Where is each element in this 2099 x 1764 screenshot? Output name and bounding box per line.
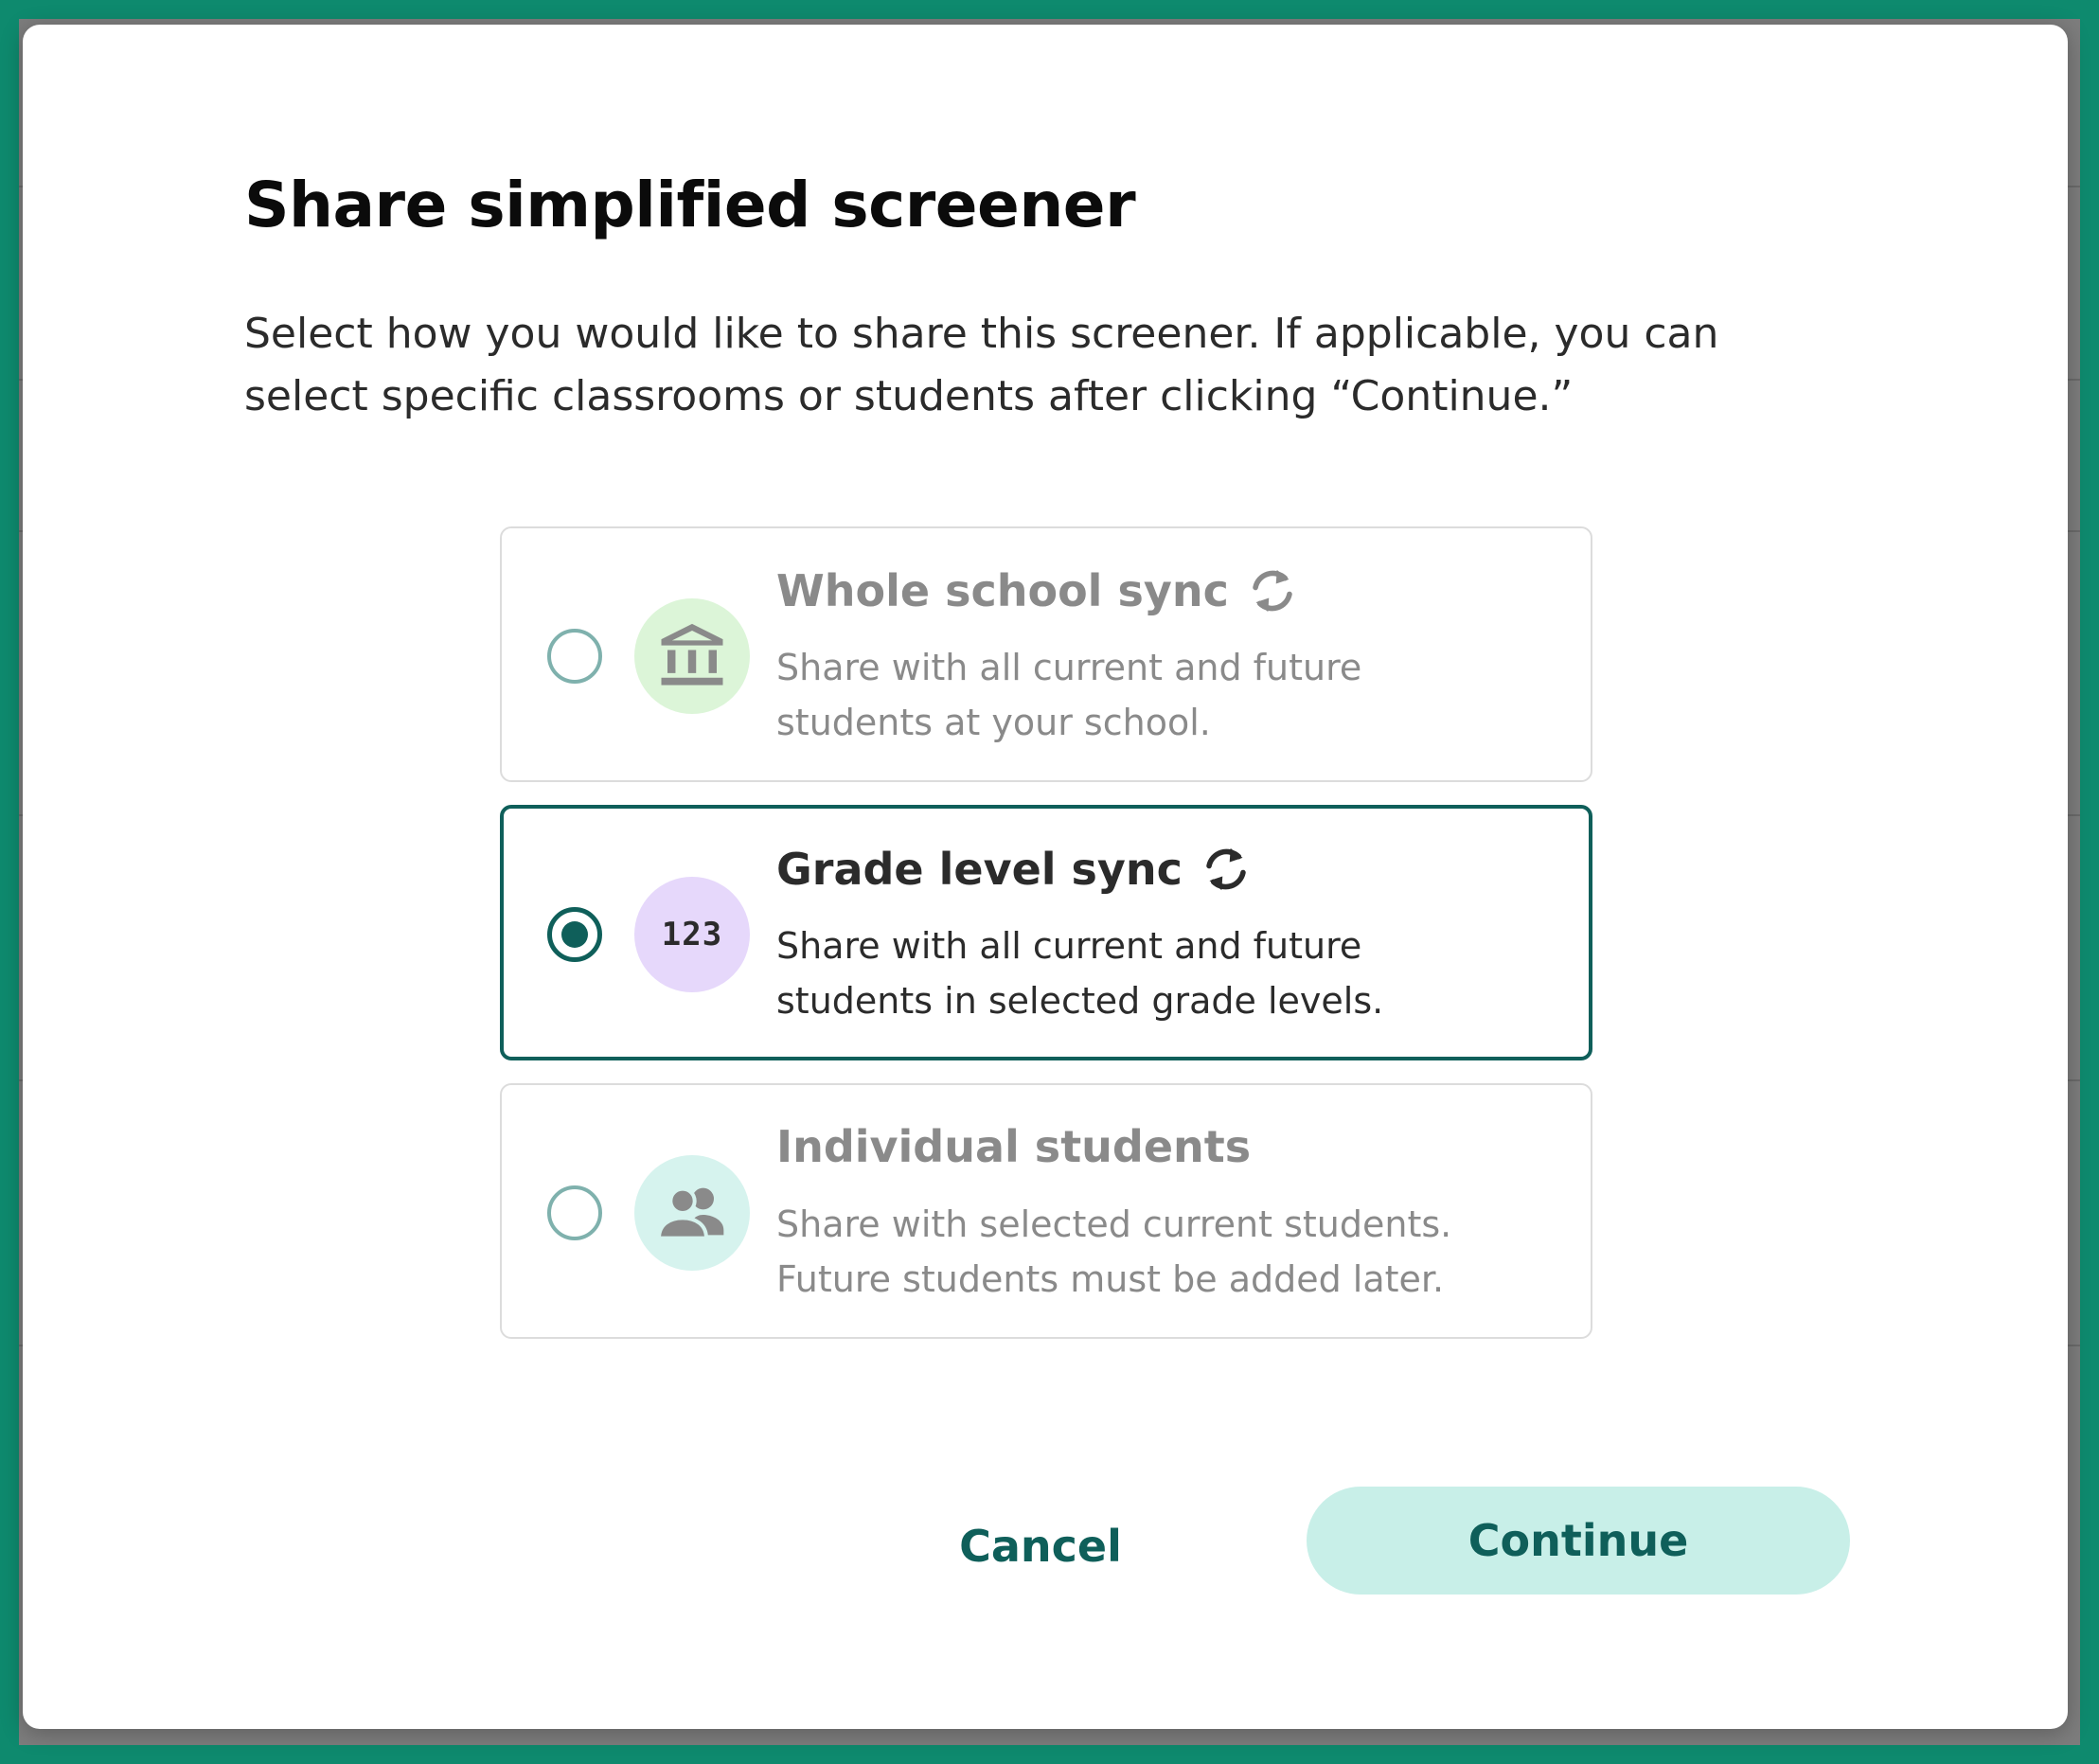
option-title-text: Whole school sync <box>776 565 1229 616</box>
share-dialog: Share simplified screener Select how you… <box>23 25 2068 1729</box>
option-title: Grade level sync <box>776 843 1253 896</box>
option-description: Share with all current and future studen… <box>776 647 1362 743</box>
users-icon-svg <box>656 1186 724 1240</box>
radio-grade-level-sync[interactable] <box>547 907 602 962</box>
radio-individual-students[interactable] <box>547 1185 602 1240</box>
option-whole-school-sync[interactable]: Whole school sync Share with all current… <box>500 526 1592 782</box>
option-title: Whole school sync <box>776 564 1299 617</box>
option-individual-students[interactable]: Individual students Share with selected … <box>500 1083 1592 1339</box>
users-icon <box>634 1155 750 1271</box>
radio-whole-school-sync[interactable] <box>547 629 602 684</box>
option-grade-level-sync[interactable]: 123 Grade level sync Share with all curr… <box>500 805 1592 1060</box>
option-description: Share with all current and future studen… <box>776 925 1384 1022</box>
continue-button[interactable]: Continue <box>1307 1487 1850 1595</box>
numbers-icon-text: 123 <box>661 916 723 953</box>
share-options: Whole school sync Share with all current… <box>500 526 1592 1362</box>
dialog-description: Select how you would like to share this … <box>244 310 1719 420</box>
option-title-text: Grade level sync <box>776 844 1183 895</box>
cancel-button[interactable]: Cancel <box>941 1494 1140 1598</box>
sync-icon <box>1206 847 1246 891</box>
option-title: Individual students <box>776 1121 1251 1172</box>
option-description: Share with selected current students. Fu… <box>776 1203 1452 1300</box>
sync-icon <box>1253 569 1292 613</box>
school-building-icon <box>634 598 750 714</box>
option-title-text: Individual students <box>776 1121 1252 1172</box>
school-building-icon-svg <box>661 623 723 686</box>
dialog-title: Share simplified screener <box>244 169 1136 241</box>
numbers-icon: 123 <box>634 877 750 992</box>
